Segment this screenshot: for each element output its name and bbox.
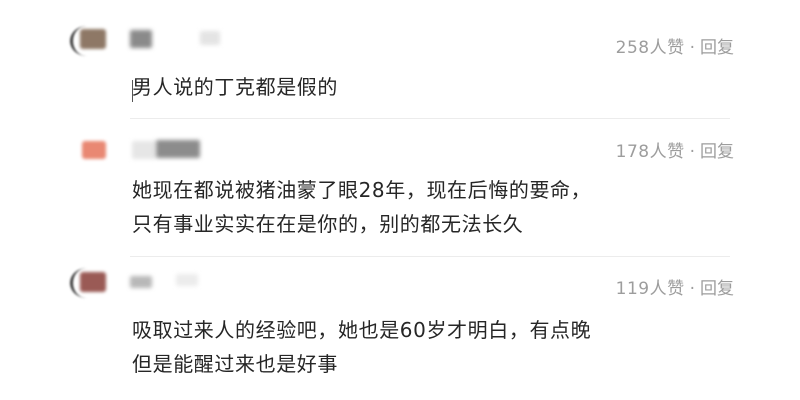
username-blurred[interactable] bbox=[132, 141, 156, 159]
avatar[interactable] bbox=[82, 141, 106, 159]
comment-meta: 178人赞 · 回复 bbox=[616, 137, 734, 162]
comment-text: 她现在都说被猪油蒙了眼28年，现在后悔的要命， 只有事业实实在在是你的，别的都无… bbox=[132, 173, 591, 241]
comment-item: 178人赞 · 回复 她现在都说被猪油蒙了眼28年，现在后悔的要命， 只有事业实实在… bbox=[0, 118, 800, 256]
username-blurred bbox=[156, 140, 200, 158]
comment-text: 吸取过来人的经验吧，她也是60岁才明白，有点晚 但是能醒过来也是好事 bbox=[132, 313, 591, 381]
like-count[interactable]: 119人赞 bbox=[616, 274, 685, 299]
comment-line: 吸取过来人的经验吧，她也是60岁才明白，有点晚 bbox=[132, 318, 592, 342]
comment-text: 男人说的丁克都是假的 bbox=[132, 70, 338, 104]
comment-meta: 258人赞 · 回复 bbox=[616, 33, 734, 58]
username-blurred[interactable] bbox=[130, 30, 152, 48]
username-blurred bbox=[176, 274, 198, 286]
comment-line: 她现在都说被猪油蒙了眼28年，现在后悔的要命， bbox=[132, 178, 592, 202]
comment-line: 只有事业实实在在是你的，别的都无法长久 bbox=[132, 212, 524, 236]
username-blurred[interactable] bbox=[130, 276, 152, 288]
comment-line: 但是能醒过来也是好事 bbox=[132, 352, 338, 376]
reply-button[interactable]: 回复 bbox=[700, 274, 734, 299]
separator-dot: · bbox=[689, 38, 695, 58]
reply-button[interactable]: 回复 bbox=[700, 137, 734, 162]
separator-dot: · bbox=[689, 142, 695, 162]
username-blurred bbox=[200, 31, 220, 45]
avatar[interactable] bbox=[80, 29, 106, 49]
comment-item: 119人赞 · 回复 吸取过来人的经验吧，她也是60岁才明白，有点晚 但是能醒过来也… bbox=[0, 256, 800, 400]
like-count[interactable]: 258人赞 bbox=[616, 33, 685, 58]
reply-button[interactable]: 回复 bbox=[700, 33, 734, 58]
comment-line: 男人说的丁克都是假的 bbox=[132, 75, 338, 99]
comment-item: 258人赞 · 回复 男人说的丁克都是假的 bbox=[0, 0, 800, 118]
like-count[interactable]: 178人赞 bbox=[616, 137, 685, 162]
avatar[interactable] bbox=[80, 272, 106, 292]
separator-dot: · bbox=[689, 279, 695, 299]
comment-meta: 119人赞 · 回复 bbox=[616, 274, 734, 299]
